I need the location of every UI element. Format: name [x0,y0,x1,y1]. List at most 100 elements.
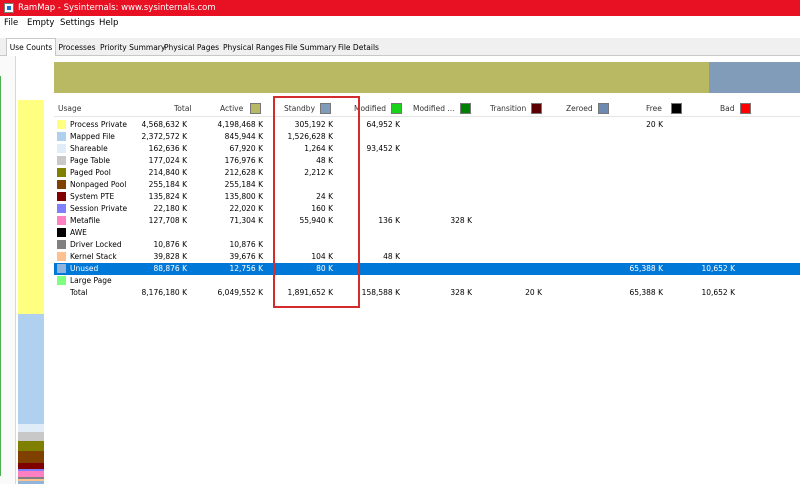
value-cell: 10,652 K [701,288,735,297]
value-cell: 6,049,552 K [217,288,263,297]
table-row[interactable]: AWE [54,227,800,239]
usage-label: Mapped File [70,132,115,141]
table-row[interactable]: Page Table 177,024 K 176,976 K 48 K [54,155,800,167]
col-usage[interactable]: Usage [58,104,81,113]
value-cell: 24 K [316,192,333,201]
col-modified-no-write[interactable]: Modified ... [413,104,455,113]
table-row[interactable]: Kernel Stack 39,828 K 39,676 K 104 K 48 K [54,251,800,263]
table-row[interactable]: Shareable 162,636 K 67,920 K 1,264 K 93,452 … [54,143,800,155]
menu-settings[interactable]: Settings [60,18,95,28]
active-color-swatch [250,103,261,114]
tab-physical-ranges[interactable]: Physical Ranges [223,40,284,56]
menu-empty[interactable]: Empty [27,18,54,28]
value-cell: 845,944 K [224,132,263,141]
value-cell: 328 K [450,288,472,297]
vbar-mapped-file [18,314,44,424]
table-row[interactable]: System PTE 135,824 K 135,800 K 24 K [54,191,800,203]
value-cell: 10,876 K [153,240,187,249]
table-row[interactable]: Metafile 127,708 K 71,304 K 55,940 K 136 K 32… [54,215,800,227]
left-edge-strip [0,56,16,484]
zeroed-color-swatch [598,103,609,114]
usage-label: Paged Pool [70,168,111,177]
rammap-app-icon [4,3,14,13]
tab-physical-pages[interactable]: Physical Pages [164,40,219,56]
vbar-nonpaged-pool [18,451,44,463]
value-cell: 20 K [525,288,542,297]
value-cell: 4,198,468 K [217,120,263,129]
tab-use-counts[interactable]: Use Counts [6,38,56,57]
table-row[interactable]: Process Private 4,568,632 K 4,198,468 K 305… [54,119,800,131]
usage-label: Shareable [70,144,108,153]
usage-label: System PTE [70,192,115,201]
usage-label: Total [70,288,88,297]
table-row[interactable]: Unused 88,876 K 12,756 K 80 K 65,388 K 10,652… [54,263,800,275]
usage-color-swatch [57,240,66,249]
table-row[interactable]: Large Page [54,275,800,287]
value-cell: 39,676 K [229,252,263,261]
menu-file[interactable]: File [4,18,18,28]
value-cell: 10,652 K [701,264,735,273]
value-cell: 177,024 K [148,156,187,165]
col-modified[interactable]: Modified [354,104,386,113]
tab-file-details[interactable]: File Details [338,40,379,56]
value-cell: 104 K [311,252,333,261]
title-bar: RamMap - Sysinternals: www.sysinternals.… [0,0,800,16]
col-bad[interactable]: Bad [720,104,735,113]
vbar-process-private [18,100,44,314]
value-cell: 8,176,180 K [141,288,187,297]
usage-color-swatch [57,156,66,165]
value-cell: 212,628 K [224,168,263,177]
value-cell: 67,920 K [229,144,263,153]
tab-priority-summary[interactable]: Priority Summary [100,40,165,56]
usage-color-swatch [57,204,66,213]
value-cell: 65,388 K [629,288,663,297]
vbar-paged-pool [18,441,44,451]
tab-processes[interactable]: Processes [58,40,96,56]
value-cell: 136 K [378,216,400,225]
col-total[interactable]: Total [174,104,192,113]
value-cell: 135,800 K [224,192,263,201]
value-cell: 1,891,652 K [287,288,333,297]
value-cell: 10,876 K [229,240,263,249]
usage-color-swatch [57,144,66,153]
table-row[interactable]: Driver Locked 10,876 K 10,876 K [54,239,800,251]
vbar-shareable [18,424,44,432]
usage-label: Unused [70,264,99,273]
usage-label: Driver Locked [70,240,122,249]
table-row[interactable]: Mapped File 2,372,572 K 845,944 K 1,526,628… [54,131,800,143]
value-cell: 80 K [316,264,333,273]
table-row[interactable]: Session Private 22,180 K 22,020 K 160 K [54,203,800,215]
value-cell: 328 K [450,216,472,225]
col-standby[interactable]: Standby [284,104,315,113]
modified-no-write-color-swatch [460,103,471,114]
usage-label: Page Table [70,156,110,165]
usage-color-swatch [57,264,66,273]
usage-label: Process Private [70,120,127,129]
col-free[interactable]: Free [646,104,662,113]
col-zeroed[interactable]: Zeroed [566,104,593,113]
value-cell: 305,192 K [294,120,333,129]
value-cell: 48 K [383,252,400,261]
value-cell: 12,756 K [229,264,263,273]
menu-help[interactable]: Help [99,18,118,28]
tab-file-summary[interactable]: File Summary [285,40,336,56]
value-cell: 4,568,632 K [141,120,187,129]
usage-color-swatch [57,180,66,189]
value-cell: 48 K [316,156,333,165]
col-active[interactable]: Active [220,104,243,113]
usage-color-swatch [57,228,66,237]
zeroed-segment [709,62,800,93]
value-cell: 39,828 K [153,252,187,261]
table-row[interactable]: Total 8,176,180 K 6,049,552 K 1,891,652 K 15… [54,287,800,299]
usage-label: AWE [70,228,87,237]
value-cell: 93,452 K [366,144,400,153]
value-cell: 127,708 K [148,216,187,225]
table-row[interactable]: Paged Pool 214,840 K 212,628 K 2,212 K [54,167,800,179]
value-cell: 214,840 K [148,168,187,177]
usage-color-swatch [57,252,66,261]
value-cell: 71,304 K [229,216,263,225]
standby-color-swatch [320,103,331,114]
table-row[interactable]: Nonpaged Pool 255,184 K 255,184 K [54,179,800,191]
free-color-swatch [671,103,682,114]
col-transition[interactable]: Transition [490,104,526,113]
